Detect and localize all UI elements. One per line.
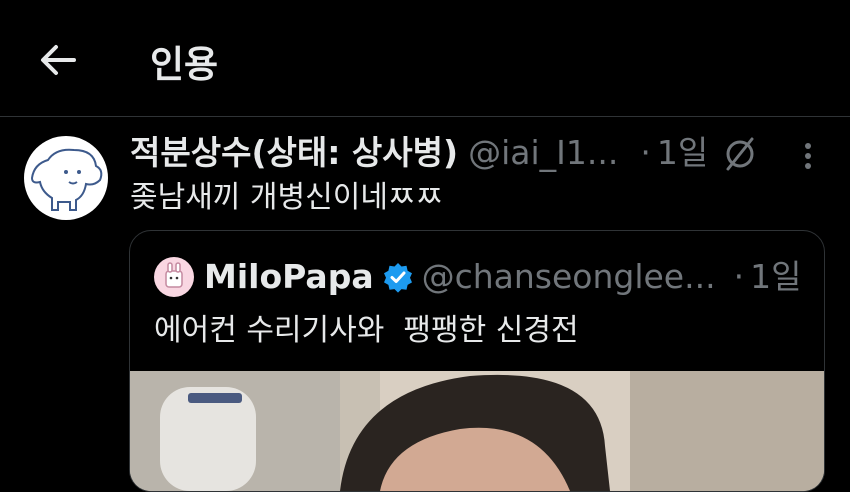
quoted-author-name[interactable]: MiloPapa [204, 257, 374, 296]
separator-dot: · [640, 133, 651, 172]
quoted-tweet-text: 에어컨 수리기사와 팽팽한 신경전 [154, 313, 579, 348]
quoted-author-handle[interactable]: @chanseonglee... [422, 257, 716, 296]
page-title: 인용 [150, 43, 219, 86]
media-photo [130, 371, 824, 491]
back-button[interactable] [38, 40, 78, 80]
quoted-tweet-card[interactable]: MiloPapa @chanseonglee... · 1일 에어컨 수리기사와 팽팽… [129, 230, 825, 492]
quoted-tweet-time: 1일 [750, 257, 802, 296]
quoted-tweet-header: MiloPapa @chanseonglee... · 1일 [204, 255, 814, 299]
tweet-header: 적분상수(상태: 상사병) @iai_I1... · 1일 [130, 130, 730, 176]
author-name[interactable]: 적분상수(상태: 상사병) [130, 133, 458, 172]
circle-slash-icon [726, 137, 754, 171]
tweet-time[interactable]: 1일 [657, 133, 708, 172]
avatar[interactable] [24, 136, 108, 220]
bunny-icon [165, 262, 183, 288]
tweet-text: 좆남새끼 개병신이네ㅉㅉ [130, 180, 444, 215]
top-bar: 인용 [0, 0, 850, 117]
verified-badge-icon [383, 263, 412, 293]
quoted-avatar [154, 257, 194, 297]
back-arrow-icon [41, 45, 76, 75]
dog-doodle-icon [30, 148, 103, 211]
separator-dot: · [733, 257, 745, 296]
more-options-icon[interactable] [796, 138, 820, 174]
quoted-media-image[interactable] [130, 371, 824, 491]
author-handle[interactable]: @iai_I1... [468, 133, 618, 172]
